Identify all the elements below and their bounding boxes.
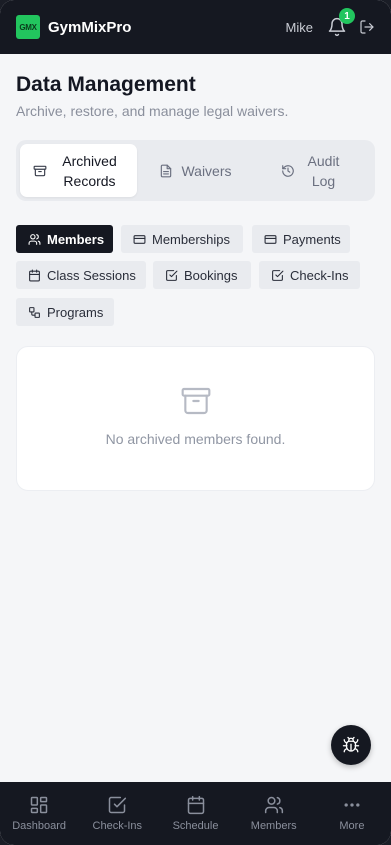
nav-label: Schedule xyxy=(172,820,219,832)
chip-label: Payments xyxy=(283,231,341,247)
nav-more[interactable]: More xyxy=(313,782,391,845)
page-subtitle: Archive, restore, and manage legal waive… xyxy=(16,103,289,119)
nav-label: More xyxy=(339,820,365,832)
tab-label: Audit Log xyxy=(307,152,340,189)
filter-check-ins[interactable]: Check-Ins xyxy=(259,261,360,289)
nav-schedule[interactable]: Schedule xyxy=(156,782,234,845)
empty-state-message: No archived members found. xyxy=(105,431,286,447)
nav-label: Dashboard xyxy=(12,820,67,832)
filter-memberships[interactable]: Memberships xyxy=(121,225,243,253)
notification-badge: 1 xyxy=(339,8,355,24)
chip-label: Class Sessions xyxy=(47,267,136,283)
tab-label: Archived Records xyxy=(62,152,117,189)
users-icon xyxy=(28,233,41,245)
filter-payments[interactable]: Payments xyxy=(252,225,350,253)
nav-label: Members xyxy=(250,820,297,832)
nav-label: Check-Ins xyxy=(92,820,143,832)
app-logo[interactable]: GMX xyxy=(16,15,40,39)
app-screen: GMX GymMixPro Mike 1 Data Management Arc… xyxy=(0,0,391,845)
card-icon xyxy=(133,234,146,244)
check-square-icon xyxy=(109,796,127,814)
document-icon xyxy=(161,164,172,177)
chip-label: Check-Ins xyxy=(290,267,349,283)
filter-bookings[interactable]: Bookings xyxy=(153,261,251,289)
nav-dashboard[interactable]: Dashboard xyxy=(0,782,78,845)
calendar-icon xyxy=(29,269,40,281)
nav-members[interactable]: Members xyxy=(235,782,313,845)
bottom-nav: Dashboard Check-Ins Schedule Members Mor… xyxy=(0,782,391,845)
chip-label: Bookings xyxy=(184,267,238,283)
history-icon xyxy=(281,164,294,177)
top-bar: GMX GymMixPro Mike 1 xyxy=(0,0,391,54)
tab-waivers[interactable]: Waivers xyxy=(137,144,254,197)
debug-fab-button[interactable] xyxy=(331,725,371,765)
logout-button[interactable] xyxy=(359,19,375,35)
bug-icon xyxy=(342,736,360,753)
header-actions: Mike 1 xyxy=(286,8,375,37)
tab-label: Waivers xyxy=(181,162,232,179)
app-name[interactable]: GymMixPro xyxy=(48,19,131,36)
user-name[interactable]: Mike xyxy=(286,20,313,35)
archive-icon xyxy=(33,165,46,176)
empty-state-card: No archived members found. xyxy=(16,346,375,491)
chip-label: Programs xyxy=(47,304,104,320)
tab-archived-records[interactable]: Archived Records xyxy=(20,144,137,197)
page-title: Data Management xyxy=(16,73,196,96)
notifications-button[interactable]: 1 xyxy=(327,8,355,37)
users-icon xyxy=(264,796,283,814)
grid-icon xyxy=(30,796,48,814)
chip-label: Members xyxy=(47,231,105,247)
logout-icon xyxy=(360,20,374,34)
filter-class-sessions[interactable]: Class Sessions xyxy=(16,261,146,289)
filter-members[interactable]: Members xyxy=(16,225,113,253)
tab-audit-log[interactable]: Audit Log xyxy=(254,144,371,197)
check-square-icon xyxy=(272,269,284,281)
more-icon xyxy=(344,803,360,807)
card-icon xyxy=(264,234,277,244)
filter-programs[interactable]: Programs xyxy=(16,298,114,326)
archive-icon xyxy=(181,387,210,415)
section-tabs: Archived Records Waivers Audit Log xyxy=(16,140,375,201)
workflow-icon xyxy=(29,306,40,318)
chip-label: Memberships xyxy=(152,231,231,247)
check-square-icon xyxy=(166,269,178,281)
calendar-icon xyxy=(187,795,204,815)
nav-check-ins[interactable]: Check-Ins xyxy=(78,782,156,845)
